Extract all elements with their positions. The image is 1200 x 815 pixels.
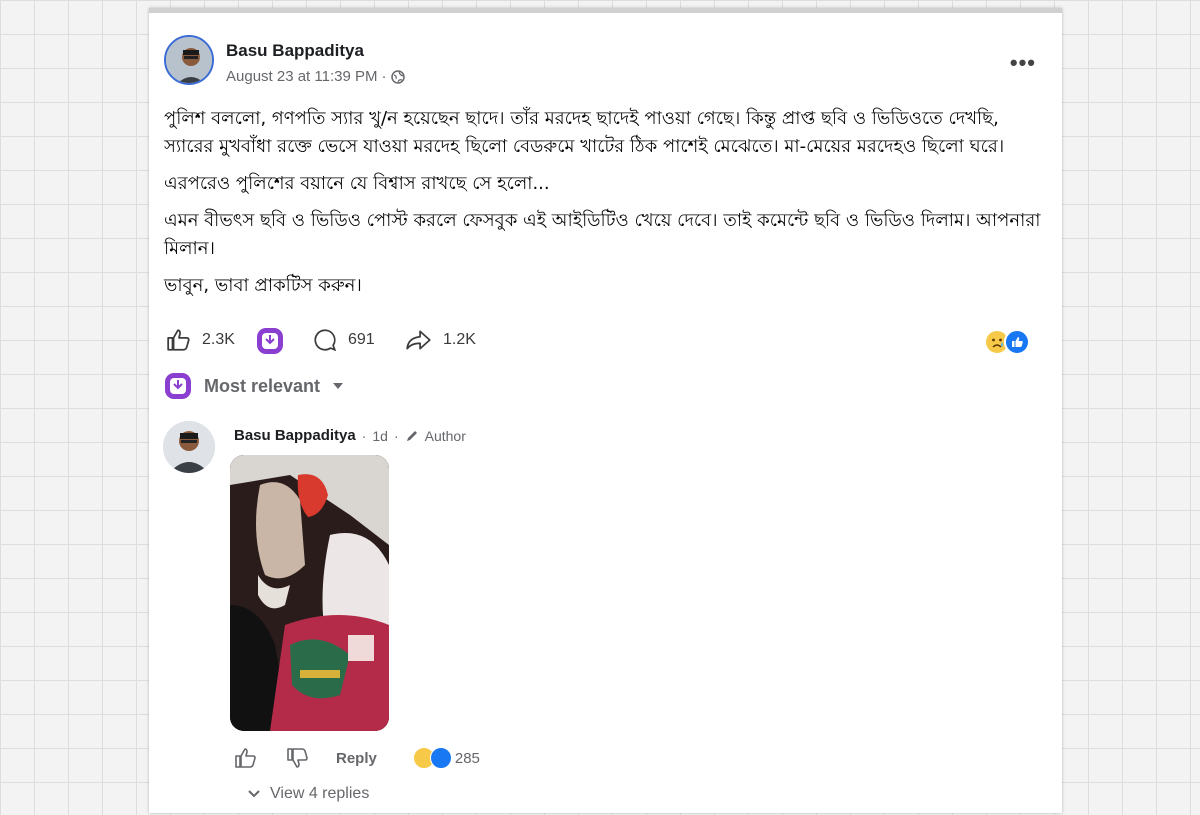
reaction-summary[interactable]	[984, 327, 1034, 355]
post-card: Basu Bappaditya August 23 at 11:39 PM · …	[149, 8, 1062, 813]
like-reaction-icon	[429, 747, 452, 769]
thumbs-down-icon	[287, 748, 308, 768]
share-icon	[405, 327, 433, 353]
comment-reaction-count: 285	[454, 749, 480, 767]
chevron-down-icon	[248, 790, 260, 798]
commenter-avatar[interactable]	[163, 421, 215, 473]
comment-header: Basu Bappaditya · 1d · Author	[234, 427, 466, 444]
share-count: 1.2K	[443, 331, 476, 348]
comment-item: Basu Bappaditya · 1d · Author Reply 285 …	[163, 415, 1043, 815]
comment-dislike-button[interactable]	[286, 746, 310, 770]
share-button[interactable]: 1.2K	[405, 327, 476, 353]
caret-down-icon	[332, 382, 344, 390]
post-paragraph: এমন বীভৎস ছবি ও ভিডিও পোস্ট করলে ফেসবুক …	[164, 210, 1041, 259]
post-paragraph: ভাবুন, ভাবা প্রাকটিস করুন।	[164, 275, 362, 296]
post-header: Basu Bappaditya August 23 at 11:39 PM · …	[164, 35, 1044, 91]
pencil-icon	[405, 429, 419, 443]
download-badge-icon	[164, 372, 192, 400]
reply-button[interactable]: Reply	[336, 750, 377, 767]
comment-author-name[interactable]: Basu Bappaditya	[234, 427, 356, 444]
post-meta: August 23 at 11:39 PM ·	[226, 68, 405, 85]
comment-reactions[interactable]	[412, 747, 453, 769]
like-reaction-icon	[1004, 329, 1030, 355]
comment-time[interactable]: 1d	[372, 428, 388, 444]
post-paragraph: এরপরেও পুলিশের বয়ানে যে বিশ্বাস রাখছে স…	[164, 173, 550, 194]
author-badge: Author	[424, 427, 466, 444]
globe-icon	[390, 69, 405, 84]
download-badge-button[interactable]	[256, 327, 284, 355]
author-avatar[interactable]	[164, 35, 214, 85]
meta-separator: ·	[381, 68, 387, 85]
comment-like-button[interactable]	[234, 746, 258, 770]
post-text: পুলিশ বললো, গণপতি স্যার খু/ন হয়েছেন ছাদ…	[164, 105, 1044, 309]
view-replies-label: View 4 replies	[270, 785, 370, 802]
post-actions-bar: 2.3K 691 1.2K	[164, 321, 1044, 361]
comment-sort-dropdown[interactable]: Most relevant	[164, 371, 344, 401]
comment-media-thumbnail[interactable]	[230, 455, 389, 731]
comment-count: 691	[348, 331, 375, 348]
view-replies-button[interactable]: View 4 replies	[248, 785, 369, 803]
comment-icon	[312, 327, 338, 353]
like-count: 2.3K	[202, 331, 235, 348]
post-author-name[interactable]: Basu Bappaditya	[226, 41, 364, 61]
download-badge-icon	[256, 327, 284, 355]
thumbs-up-icon	[166, 327, 192, 353]
sort-label: Most relevant	[204, 375, 321, 396]
comment-separator: ·	[393, 427, 399, 444]
like-button[interactable]: 2.3K	[166, 327, 235, 353]
post-timestamp[interactable]: August 23 at 11:39 PM	[226, 68, 378, 85]
comment-actions: Reply 285	[234, 743, 480, 773]
comment-separator: ·	[361, 427, 367, 444]
post-paragraph: পুলিশ বললো, গণপতি স্যার খু/ন হয়েছেন ছাদ…	[164, 108, 1005, 157]
more-options-button[interactable]: •••	[1010, 50, 1036, 76]
comment-button[interactable]: 691	[312, 327, 375, 353]
thumbs-up-icon	[235, 748, 256, 768]
